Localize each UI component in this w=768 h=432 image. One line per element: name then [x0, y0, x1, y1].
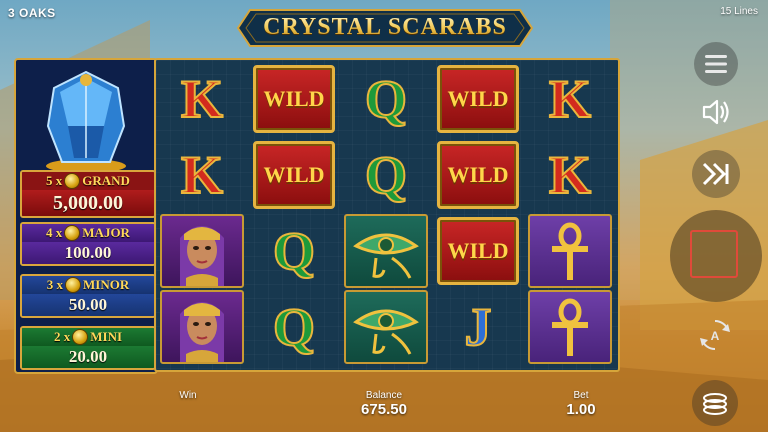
reel-cell: WILD [434, 62, 522, 136]
jackpot-minor: 3 x MINOR 50.00 [20, 274, 156, 318]
reel-cell: K [158, 138, 246, 212]
jackpot-mini-multiplier: 2 x [53, 329, 71, 344]
queen-portrait-symbol [160, 290, 244, 364]
game-title: CRYSTAL SCARABS [236, 14, 534, 41]
wild-symbol: WILD [437, 141, 519, 209]
scarab-coin-icon [64, 173, 81, 189]
jackpot-major-name: MAJOR [82, 225, 130, 240]
wild-symbol: WILD [253, 65, 335, 133]
reel-cell [158, 214, 246, 288]
crystal-scarab-icon [46, 70, 126, 173]
eye-of-horus-icon [353, 309, 419, 355]
jackpot-mini-name: MINI [90, 329, 123, 344]
symbol-q: Q [364, 69, 408, 129]
reel-cell: WILD [250, 138, 338, 212]
sound-icon [702, 99, 729, 125]
jackpot-mini-amount: 20.00 [22, 346, 154, 368]
reel-cell: K [158, 62, 246, 136]
reel-cell [342, 290, 430, 364]
eye-of-horus-icon [353, 233, 419, 279]
game-title-banner: CRYSTAL SCARABS [236, 8, 534, 48]
paylines-count: 15 Lines [720, 6, 758, 17]
balance-label: Balance [365, 390, 403, 401]
balance-value: 675.50 [361, 401, 407, 418]
reel-cell [158, 290, 246, 364]
bet-label: Bet [573, 390, 589, 401]
symbol-q: Q [272, 221, 316, 281]
symbol-j: J [464, 297, 493, 357]
eye-of-horus-symbol [344, 214, 428, 288]
ankh-icon [552, 298, 588, 356]
jackpot-major-multiplier: 4 x [46, 225, 63, 240]
reel-cell: J [434, 290, 522, 364]
reel-cell: Q [250, 290, 338, 364]
ankh-symbol [528, 290, 612, 364]
turbo-button[interactable] [692, 150, 740, 198]
symbol-k: K [180, 69, 224, 129]
reels-grid: K WILD Q WILD K K WILD Q WILD K Q WILD Q J [154, 58, 620, 372]
jackpot-minor-name: MINOR [83, 277, 130, 292]
ankh-symbol [528, 214, 612, 288]
reel-cell: WILD [434, 214, 522, 288]
jackpot-grand: 5 x GRAND 5,000.00 [20, 170, 156, 218]
scarab-coin-icon [64, 225, 81, 241]
reel-cell: WILD [434, 138, 522, 212]
egyptian-queen-icon [180, 302, 224, 362]
scarab-coin-icon [65, 277, 82, 293]
jackpot-grand-amount: 5,000.00 [22, 190, 154, 216]
win-label: Win [179, 390, 197, 401]
symbol-q: Q [272, 297, 316, 357]
wild-symbol: WILD [437, 217, 519, 285]
svg-text:A: A [711, 329, 720, 343]
bet-button[interactable] [692, 380, 738, 426]
symbol-k: K [180, 145, 224, 205]
menu-button[interactable] [694, 42, 738, 86]
reel-cell: Q [250, 214, 338, 288]
eye-of-horus-symbol [344, 290, 428, 364]
reel-cell: K [526, 62, 614, 136]
autoplay-icon: A [700, 320, 730, 350]
reel-cell [526, 214, 614, 288]
autoplay-button[interactable]: A [694, 314, 736, 356]
reel-cell [526, 290, 614, 364]
jackpot-grand-name: GRAND [82, 173, 130, 188]
reel-cell [342, 214, 430, 288]
coins-stack-icon [703, 393, 727, 415]
jackpot-panel: 5 x GRAND 5,000.00 4 x MAJOR 100.00 3 x … [14, 58, 158, 374]
stop-icon [690, 230, 738, 278]
reel-cell: K [526, 138, 614, 212]
symbol-k: K [548, 69, 592, 129]
provider-logo: 3 OAKS [8, 6, 56, 20]
jackpot-minor-multiplier: 3 x [46, 277, 64, 292]
spin-button[interactable] [670, 210, 762, 302]
menu-icon [705, 55, 727, 73]
reel-cell: WILD [250, 62, 338, 136]
ankh-icon [552, 222, 588, 280]
wild-symbol: WILD [437, 65, 519, 133]
scarab-coin-icon [72, 329, 89, 345]
egyptian-queen-icon [180, 226, 224, 286]
queen-portrait-symbol [160, 214, 244, 288]
wild-symbol: WILD [253, 141, 335, 209]
symbol-q: Q [364, 145, 408, 205]
jackpot-grand-multiplier: 5 x [46, 173, 63, 188]
turbo-icon [702, 162, 729, 186]
reel-cell: Q [342, 62, 430, 136]
jackpot-major-amount: 100.00 [22, 242, 154, 264]
jackpot-mini: 2 x MINI 20.00 [20, 326, 156, 370]
jackpot-minor-amount: 50.00 [22, 294, 154, 316]
reel-cell: Q [342, 138, 430, 212]
bet-value: 1.00 [566, 401, 596, 418]
symbol-k: K [548, 145, 592, 205]
sound-button[interactable] [698, 94, 734, 130]
jackpot-major: 4 x MAJOR 100.00 [20, 222, 156, 266]
